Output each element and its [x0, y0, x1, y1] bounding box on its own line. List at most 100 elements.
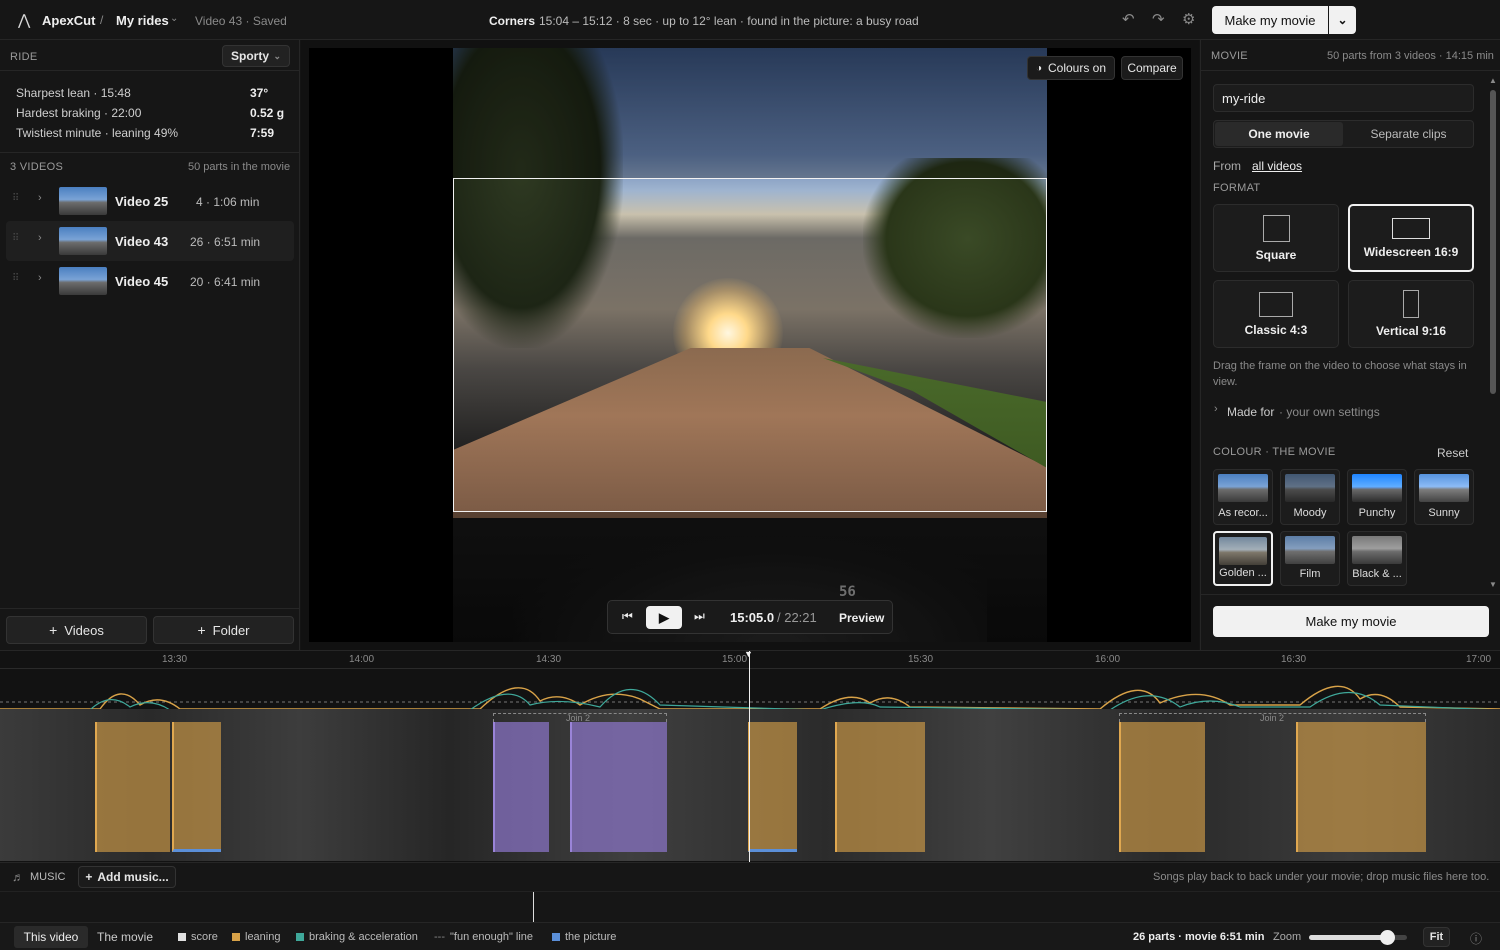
movie-name-input[interactable]: [1213, 84, 1474, 112]
movie-part[interactable]: [1296, 722, 1426, 852]
drag-handle-icon[interactable]: ⠿: [12, 273, 19, 284]
ride-mode-select[interactable]: Sporty ⌄: [222, 45, 290, 67]
chevron-right-icon[interactable]: ›: [38, 232, 42, 244]
legend-swatch: [552, 933, 560, 942]
movie-part-selected[interactable]: [748, 722, 797, 852]
drag-handle-icon[interactable]: ⠿: [12, 233, 19, 244]
skip-back-icon[interactable]: ⏮: [622, 609, 633, 624]
legend-picture: the picture: [552, 931, 616, 943]
zoom-slider[interactable]: [1309, 930, 1407, 945]
video-frame[interactable]: 56: [453, 48, 1047, 642]
format-widescreen-option[interactable]: Widescreen 16:9: [1348, 204, 1474, 272]
preset-moody[interactable]: Moody: [1280, 469, 1340, 525]
legend-score: score: [178, 931, 218, 943]
make-movie-button[interactable]: Make my movie: [1212, 6, 1328, 34]
format-label-widescreen: Widescreen 16:9: [1363, 244, 1459, 259]
tab-the-movie[interactable]: The movie: [90, 926, 160, 948]
preset-black-white[interactable]: Black & ...: [1347, 531, 1407, 586]
video-row[interactable]: ⠿ › Video 45 20 · 6:41 min: [6, 261, 294, 301]
video-row-selected[interactable]: ⠿ › Video 43 26 · 6:51 min: [6, 221, 294, 261]
compare-button[interactable]: Compare: [1121, 56, 1183, 80]
legend-label: score: [191, 931, 218, 943]
format-classic-option[interactable]: Classic 4:3: [1213, 280, 1339, 348]
made-for-label[interactable]: Made for: [1227, 405, 1274, 419]
undo-icon[interactable]: ↶: [1122, 10, 1135, 28]
preview-button[interactable]: Preview: [839, 611, 884, 625]
video-row[interactable]: ⠿ › Video 25 4 · 1:06 min: [6, 181, 294, 221]
scrollbar-thumb[interactable]: [1490, 90, 1496, 394]
chevron-down-icon: ⌄: [273, 50, 281, 61]
help-icon[interactable]: ⓘ: [1470, 930, 1482, 947]
movie-part[interactable]: [570, 722, 667, 852]
plus-icon: +: [85, 870, 93, 884]
plus-icon: +: [49, 622, 58, 638]
scroll-down-icon[interactable]: ▼: [1489, 580, 1497, 589]
crop-frame[interactable]: [453, 178, 1047, 512]
one-movie-option[interactable]: One movie: [1215, 122, 1343, 146]
legend-swatch: [178, 933, 186, 942]
movie-section-label: MOVIE: [1211, 50, 1248, 62]
preset-punchy[interactable]: Punchy: [1347, 469, 1407, 525]
panel-scrollbar[interactable]: ▲ ▼: [1489, 76, 1497, 592]
movie-part[interactable]: [835, 722, 925, 852]
tab-this-video[interactable]: This video: [14, 926, 88, 948]
play-button[interactable]: ▶: [646, 606, 682, 629]
speedometer-readout: 56: [839, 584, 856, 600]
preset-film[interactable]: Film: [1280, 531, 1340, 586]
zoom-label: Zoom: [1273, 931, 1302, 943]
zoom-slider-knob[interactable]: [1379, 930, 1395, 945]
square-shape-icon: [1262, 214, 1290, 242]
ride-mode-value: Sporty: [231, 49, 270, 63]
divider: [0, 70, 300, 71]
movie-part[interactable]: [172, 722, 221, 852]
legend-swatch: [232, 933, 240, 942]
fit-button[interactable]: Fit: [1423, 927, 1450, 947]
playhead[interactable]: [749, 651, 750, 862]
preset-label: As recor...: [1218, 507, 1268, 519]
breadcrumb-separator: /: [100, 13, 104, 27]
chevron-right-icon[interactable]: ›: [38, 192, 42, 204]
vertical-shape-icon: [1403, 290, 1419, 318]
preset-sunny[interactable]: Sunny: [1414, 469, 1474, 525]
scroll-up-icon[interactable]: ▲: [1489, 76, 1497, 85]
output-mode-toggle: One movie Separate clips: [1213, 120, 1474, 148]
from-link[interactable]: all videos: [1252, 159, 1302, 173]
drag-handle-icon[interactable]: ⠿: [12, 193, 19, 204]
movie-panel: MOVIE 50 parts from 3 videos · 14:15 min…: [1200, 40, 1500, 650]
separate-clips-option[interactable]: Separate clips: [1344, 122, 1473, 146]
preset-label: Sunny: [1428, 507, 1460, 519]
preset-thumbnail: [1219, 537, 1267, 565]
movie-part[interactable]: [1119, 722, 1205, 852]
preset-golden[interactable]: Golden ...: [1213, 531, 1273, 586]
preset-label: Moody: [1293, 507, 1327, 519]
preset-as-recorded[interactable]: As recor...: [1213, 469, 1273, 525]
gear-icon[interactable]: ⚙: [1182, 10, 1195, 28]
add-music-button[interactable]: + Add music...: [78, 866, 176, 888]
chevron-right-icon[interactable]: ›: [1214, 403, 1218, 415]
format-square-option[interactable]: Square: [1213, 204, 1339, 272]
make-movie-options-button[interactable]: ⌄: [1329, 6, 1356, 34]
tick-label: 16:30: [1281, 654, 1307, 665]
add-folder-button[interactable]: + Folder: [153, 616, 294, 644]
playhead-handle-icon[interactable]: ▼: [744, 649, 753, 659]
movie-part[interactable]: [95, 722, 170, 852]
movie-part[interactable]: [493, 722, 549, 852]
colours-toggle-button[interactable]: ◑ Colours on: [1027, 56, 1115, 80]
add-videos-button[interactable]: + Videos: [6, 616, 147, 644]
stat-value: 7:59: [250, 126, 275, 140]
contrast-icon: ◑: [1035, 62, 1042, 74]
skip-forward-icon[interactable]: ⏭: [694, 609, 705, 624]
chevron-down-icon[interactable]: ⌄: [170, 13, 178, 24]
make-movie-primary-button[interactable]: Make my movie: [1213, 606, 1489, 637]
segment-detail: 15:04 – 15:12 · 8 sec · up to 12° lean ·…: [539, 14, 919, 28]
redo-icon[interactable]: ↷: [1152, 10, 1165, 28]
movie-summary: 26 parts · movie 6:51 min: [1133, 931, 1265, 943]
video-viewer: 56 ◑ Colours on Compare ⏮ ▶ ⏭ 15:05.0 / 2…: [301, 40, 1199, 650]
reset-button[interactable]: Reset: [1437, 446, 1468, 460]
breadcrumb-project[interactable]: My rides: [116, 13, 169, 28]
format-vertical-option[interactable]: Vertical 9:16: [1348, 280, 1474, 348]
timeline[interactable]: 13:30 14:00 14:30 15:00 15:30 16:00 16:3…: [0, 649, 1500, 862]
chevron-right-icon[interactable]: ›: [38, 272, 42, 284]
ride-section-label: RIDE: [10, 51, 38, 63]
stat-label: Hardest braking · 22:00: [16, 106, 142, 120]
